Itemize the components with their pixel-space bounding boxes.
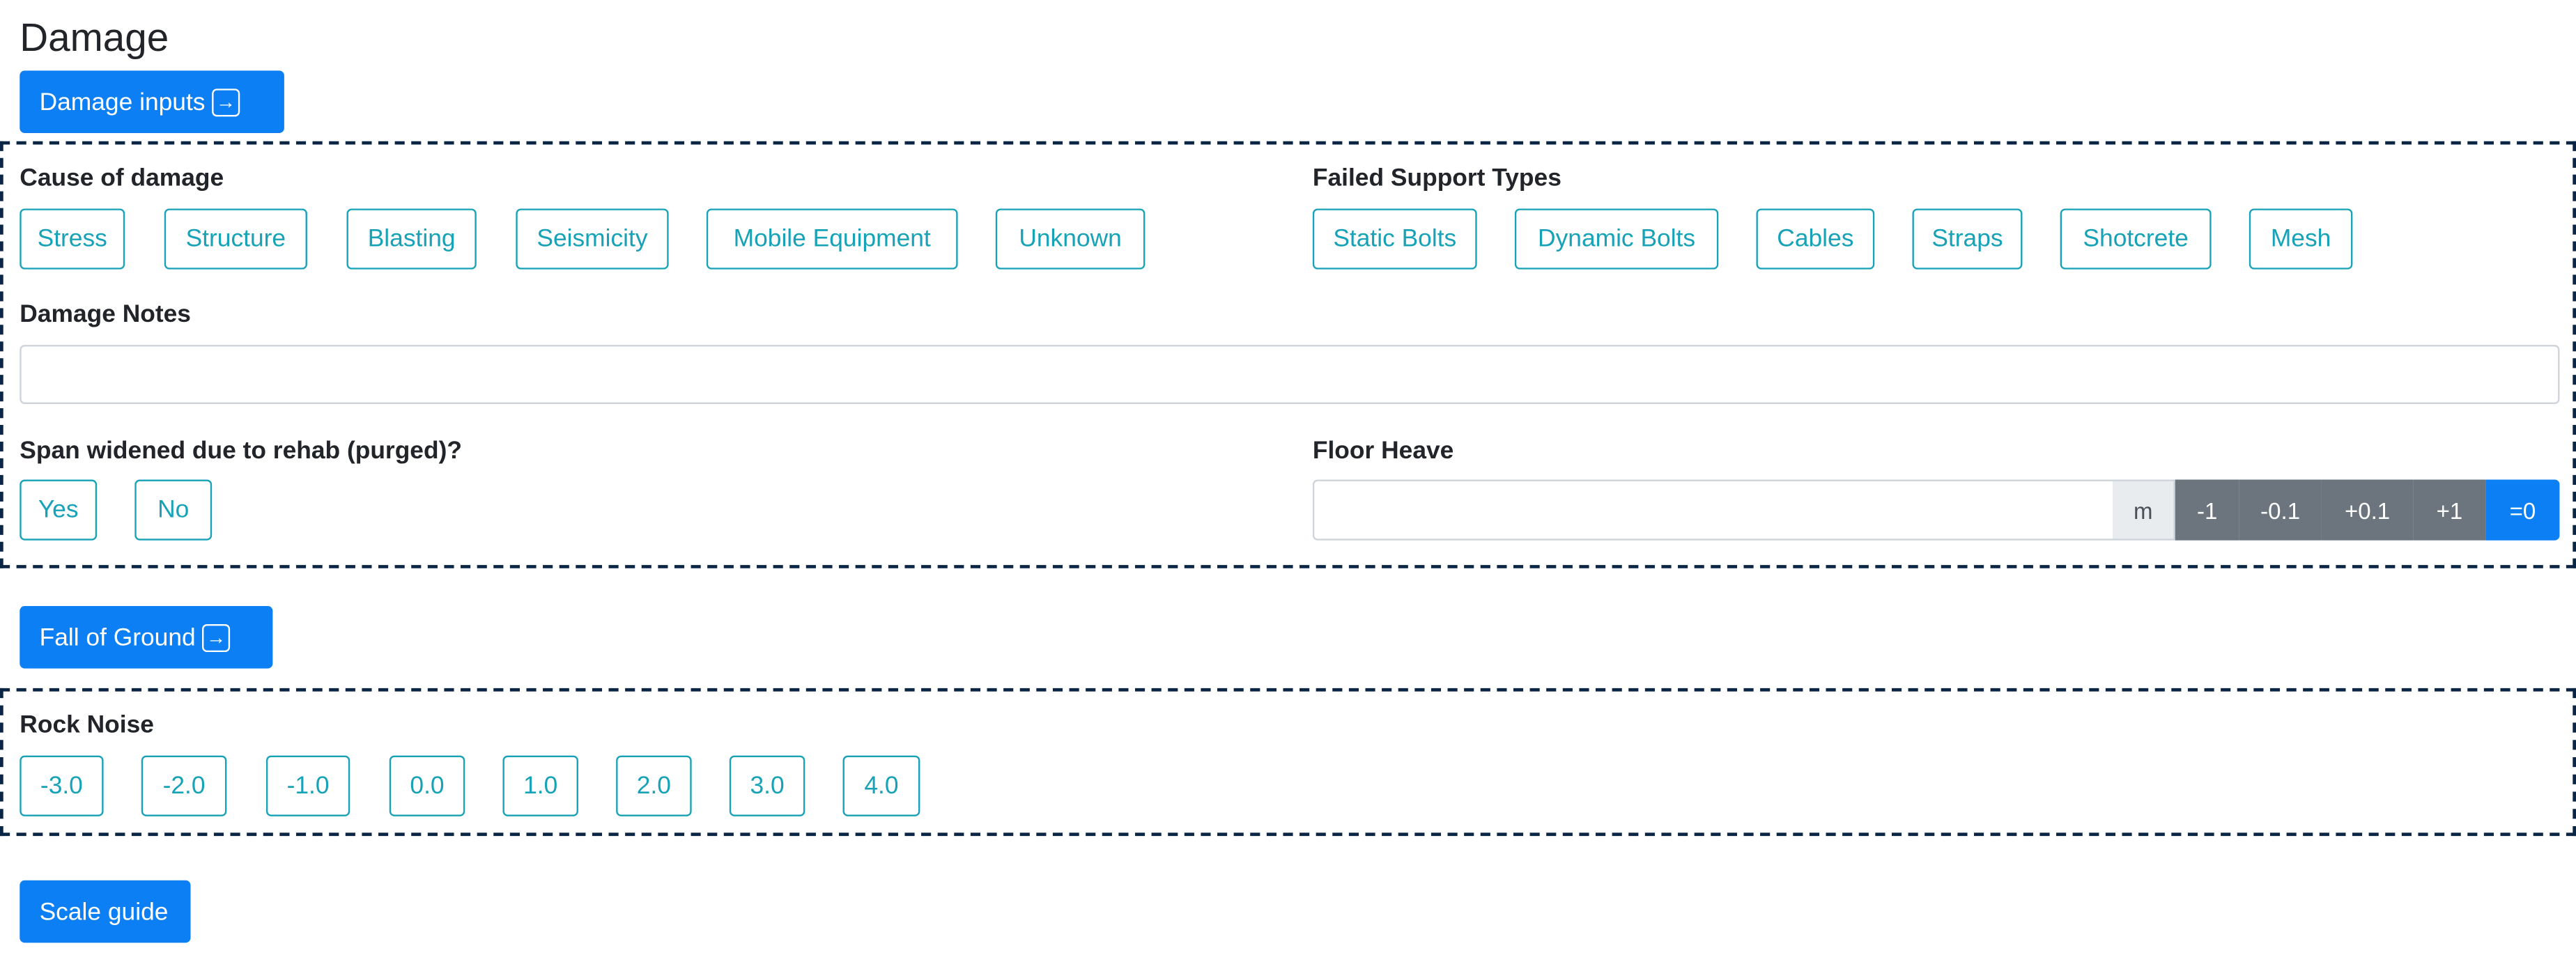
cause-option-seismicity[interactable]: Seismicity — [516, 208, 669, 270]
rock-noise-option[interactable]: 1.0 — [502, 755, 578, 816]
floor-heave-minus-1-button[interactable]: -1 — [2175, 479, 2239, 541]
cause-option-blasting[interactable]: Blasting — [346, 208, 477, 270]
span-label: Span widened due to rehab (purged)? — [20, 437, 462, 465]
fall-of-ground-label: Fall of Ground — [39, 623, 196, 651]
rock-noise-option[interactable]: 3.0 — [729, 755, 805, 816]
support-label: Failed Support Types — [1312, 164, 1561, 192]
support-option-static-bolts[interactable]: Static Bolts — [1312, 208, 1477, 270]
support-option-cables[interactable]: Cables — [1756, 208, 1875, 270]
rock-noise-option[interactable]: 0.0 — [389, 755, 465, 816]
rock-noise-option[interactable]: -3.0 — [20, 755, 104, 816]
cause-option-unknown[interactable]: Unknown — [995, 208, 1146, 270]
damage-inputs-label: Damage inputs — [39, 88, 206, 116]
fall-of-ground-button[interactable]: Fall of Ground → — [20, 606, 273, 669]
floor-heave-unit: m — [2113, 479, 2175, 541]
cause-option-mobile-equipment[interactable]: Mobile Equipment — [706, 208, 958, 270]
support-option-mesh[interactable]: Mesh — [2249, 208, 2353, 270]
span-option-yes[interactable]: Yes — [20, 479, 98, 541]
notes-label: Damage Notes — [20, 300, 191, 329]
cause-option-structure[interactable]: Structure — [164, 208, 307, 270]
rock-noise-panel — [0, 688, 2576, 837]
support-option-dynamic-bolts[interactable]: Dynamic Bolts — [1514, 208, 1719, 270]
floor-heave-input[interactable] — [1312, 479, 2115, 541]
rock-noise-option[interactable]: -2.0 — [141, 755, 227, 816]
rock-noise-option[interactable]: -1.0 — [265, 755, 350, 816]
arrow-right-box-icon: → — [202, 623, 231, 651]
floor-heave-plus-1-button[interactable]: +1 — [2413, 479, 2486, 541]
floor-heave-plus-0-1-button[interactable]: +0.1 — [2321, 479, 2414, 541]
span-option-no[interactable]: No — [134, 479, 213, 541]
rock-noise-label: Rock Noise — [20, 711, 154, 740]
support-option-straps[interactable]: Straps — [1912, 208, 2023, 270]
floor-heave-minus-0-1-button[interactable]: -0.1 — [2239, 479, 2322, 541]
cause-label: Cause of damage — [20, 164, 224, 192]
damage-notes-input[interactable] — [20, 345, 2560, 405]
damage-page: Damage Damage inputs → Cause of damage S… — [0, 0, 2576, 961]
arrow-right-box-icon: → — [211, 88, 240, 116]
floor-heave-reset-button[interactable]: =0 — [2485, 479, 2560, 541]
page-title: Damage — [20, 16, 169, 61]
rock-noise-option[interactable]: 4.0 — [842, 755, 920, 816]
damage-inputs-button[interactable]: Damage inputs → — [20, 70, 284, 133]
support-option-shotcrete[interactable]: Shotcrete — [2060, 208, 2212, 270]
cause-option-stress[interactable]: Stress — [20, 208, 125, 270]
rock-noise-option[interactable]: 2.0 — [616, 755, 692, 816]
floor-heave-label: Floor Heave — [1312, 437, 1454, 465]
scale-guide-button[interactable]: Scale guide — [20, 880, 191, 943]
